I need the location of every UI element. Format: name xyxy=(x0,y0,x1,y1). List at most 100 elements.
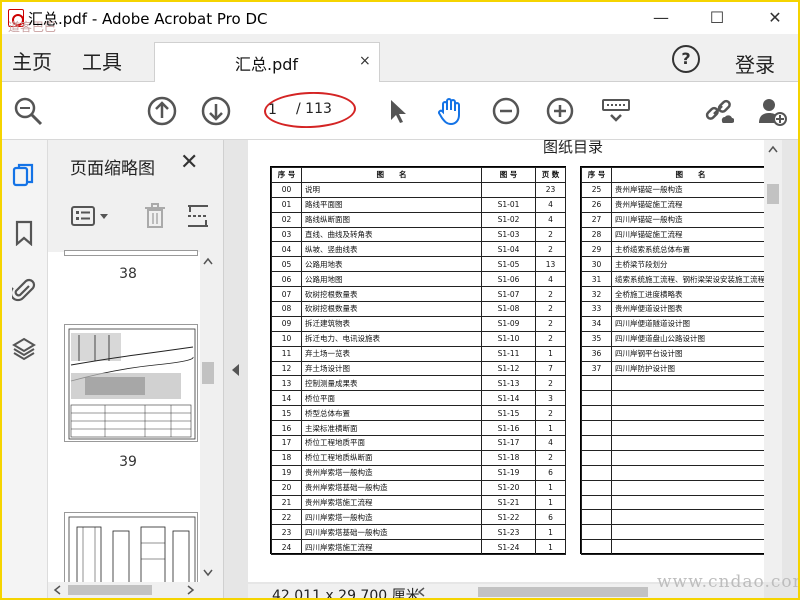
thumbnail-list[interactable]: 38 39 xyxy=(48,250,216,598)
thumbnail-page-38[interactable] xyxy=(64,250,198,256)
table-row: 30 主桥梁节段划分 xyxy=(581,256,764,273)
help-icon[interactable]: ? xyxy=(672,45,700,73)
cell-seq: 18 xyxy=(271,449,302,466)
cell-seq: 09 xyxy=(271,315,302,332)
cell-seq: 20 xyxy=(271,479,302,496)
page-thumbnails-icon[interactable] xyxy=(12,162,36,188)
cell-seq xyxy=(581,405,612,422)
thumbnail-page-number: 38 xyxy=(119,266,137,282)
add-user-icon[interactable] xyxy=(756,95,788,127)
cell-name xyxy=(611,449,764,466)
cell-name: 主桥缆索系统总体布置 xyxy=(611,241,764,258)
table-row: 03 直线、曲线及转角表 S1-03 2 xyxy=(271,226,566,243)
bookmark-icon[interactable] xyxy=(12,220,36,246)
cell-name: 拆迁电力、电讯设施表 xyxy=(301,330,482,347)
table-row: 24 四川岸索塔施工流程 S1-24 1 xyxy=(271,539,566,556)
cell-name: 桥位工程地质纵断面 xyxy=(301,449,482,466)
cell-pages: 7 xyxy=(535,360,566,377)
cell-seq xyxy=(581,494,612,511)
login-button[interactable]: 登录 xyxy=(735,49,775,78)
table-row: 12 弃土场设计图 S1-12 7 xyxy=(271,360,566,377)
cell-name xyxy=(611,509,764,526)
extract-page-icon[interactable] xyxy=(186,202,212,230)
table-row xyxy=(581,539,764,556)
table-row: 20 贵州岸索塔基础一般构造 S1-20 1 xyxy=(271,479,566,496)
zoom-search-icon[interactable] xyxy=(12,95,44,127)
cell-seq: 28 xyxy=(581,226,612,243)
collapse-panel-arrow-icon[interactable] xyxy=(232,364,239,376)
table-row: 07 砍树挖根数量表 S1-07 2 xyxy=(271,286,566,303)
next-page-icon[interactable] xyxy=(200,95,232,127)
watermark-text: www.cndao.com xyxy=(657,572,800,592)
keyboard-icon[interactable] xyxy=(600,95,632,127)
cell-name: 四川岸锚碇一般构造 xyxy=(611,211,764,228)
tab-bar: 主页 工具 汇总.pdf × ? 登录 xyxy=(2,34,798,83)
cell-name xyxy=(611,494,764,511)
table-row xyxy=(581,390,764,407)
table-row: 32 全桥施工进度横略表 xyxy=(581,286,764,303)
table-row: 23 四川岸索塔基础一般构造 S1-23 1 xyxy=(271,524,566,541)
cell-seq: 02 xyxy=(271,211,302,228)
cell-pages: 2 xyxy=(535,449,566,466)
document-heading: 图纸目录 xyxy=(543,140,604,156)
table-row: 21 贵州岸索塔施工流程 S1-21 1 xyxy=(271,494,566,511)
hand-tool-icon[interactable] xyxy=(434,95,466,127)
delete-page-icon[interactable] xyxy=(142,202,168,230)
thumbnail-vertical-scrollbar[interactable] xyxy=(200,252,216,582)
cell-pages: 6 xyxy=(535,464,566,481)
close-tab-icon[interactable]: × xyxy=(359,53,371,69)
table-row: 10 拆迁电力、电讯设施表 S1-10 2 xyxy=(271,330,566,347)
cell-name: 弃土场一览表 xyxy=(301,345,482,362)
cell-seq xyxy=(581,375,612,392)
thumbnail-options-icon[interactable] xyxy=(70,202,116,230)
table-row: 17 桥位工程地质平面 S1-17 4 xyxy=(271,435,566,451)
layers-icon[interactable] xyxy=(12,336,36,362)
cell-seq xyxy=(581,449,612,466)
maximize-button[interactable]: ☐ xyxy=(702,6,732,30)
cell-pages: 2 xyxy=(535,375,566,392)
header-name: 图 名 xyxy=(611,167,764,183)
thumbnail-page-40[interactable] xyxy=(64,512,198,592)
close-panel-icon[interactable]: ✕ xyxy=(180,150,198,175)
cell-pages: 2 xyxy=(535,301,566,317)
index-table-right: 序 号 图 名 25 贵州岸锚碇一般构造 26 贵州岸锚碇施工流程 27 四川岸锚碇一般构… xyxy=(580,166,764,556)
select-arrow-icon[interactable] xyxy=(382,95,414,127)
cell-drawing-no: S1-13 xyxy=(481,375,536,392)
thumbnail-page-39[interactable] xyxy=(64,324,198,442)
table-row: 16 主梁标准横断面 S1-16 1 xyxy=(271,420,566,437)
cell-pages: 4 xyxy=(535,435,566,451)
cell-name: 四川岸锚碇施工流程 xyxy=(611,226,764,243)
cell-drawing-no: S1-16 xyxy=(481,420,536,437)
tab-document[interactable]: 汇总.pdf × xyxy=(154,42,380,83)
minimize-button[interactable]: — xyxy=(646,6,676,30)
document-view[interactable]: 图纸目录 序 号 图 名 图 号 页 数 00 说明 23 01 路线平面图 S1-01 4… xyxy=(224,140,798,598)
cell-seq: 10 xyxy=(271,330,302,347)
cell-drawing-no: S1-05 xyxy=(481,256,536,273)
zoom-out-icon[interactable] xyxy=(490,95,522,127)
cell-seq: 08 xyxy=(271,301,302,317)
close-window-button[interactable]: ✕ xyxy=(760,6,790,30)
cell-drawing-no: S1-23 xyxy=(481,524,536,541)
share-link-icon[interactable] xyxy=(702,95,734,127)
cell-name: 主桥梁节段划分 xyxy=(611,256,764,273)
cell-seq: 06 xyxy=(271,271,302,288)
cell-name: 四川岸钢平台设计图 xyxy=(611,345,764,362)
cell-seq: 00 xyxy=(271,181,302,198)
zoom-in-icon[interactable] xyxy=(544,95,576,127)
cell-seq xyxy=(581,509,612,526)
cell-name: 四川岸索塔一般构造 xyxy=(301,509,482,526)
table-row: 11 弃土场一览表 S1-11 1 xyxy=(271,345,566,362)
left-navigation-rail xyxy=(2,140,48,598)
table-row xyxy=(581,449,764,466)
cell-seq: 19 xyxy=(271,464,302,481)
document-vertical-scrollbar[interactable] xyxy=(764,140,782,582)
tab-tools[interactable]: 工具 xyxy=(82,46,122,75)
table-row: 01 路线平面图 S1-01 4 xyxy=(271,196,566,213)
previous-page-icon[interactable] xyxy=(146,95,178,127)
cell-seq: 04 xyxy=(271,241,302,258)
cell-seq: 31 xyxy=(581,271,612,288)
tab-home[interactable]: 主页 xyxy=(12,46,52,75)
cell-name: 桥型总体布置 xyxy=(301,405,482,422)
thumbnail-horizontal-scrollbar[interactable] xyxy=(48,582,216,598)
attachment-icon[interactable] xyxy=(12,278,36,304)
